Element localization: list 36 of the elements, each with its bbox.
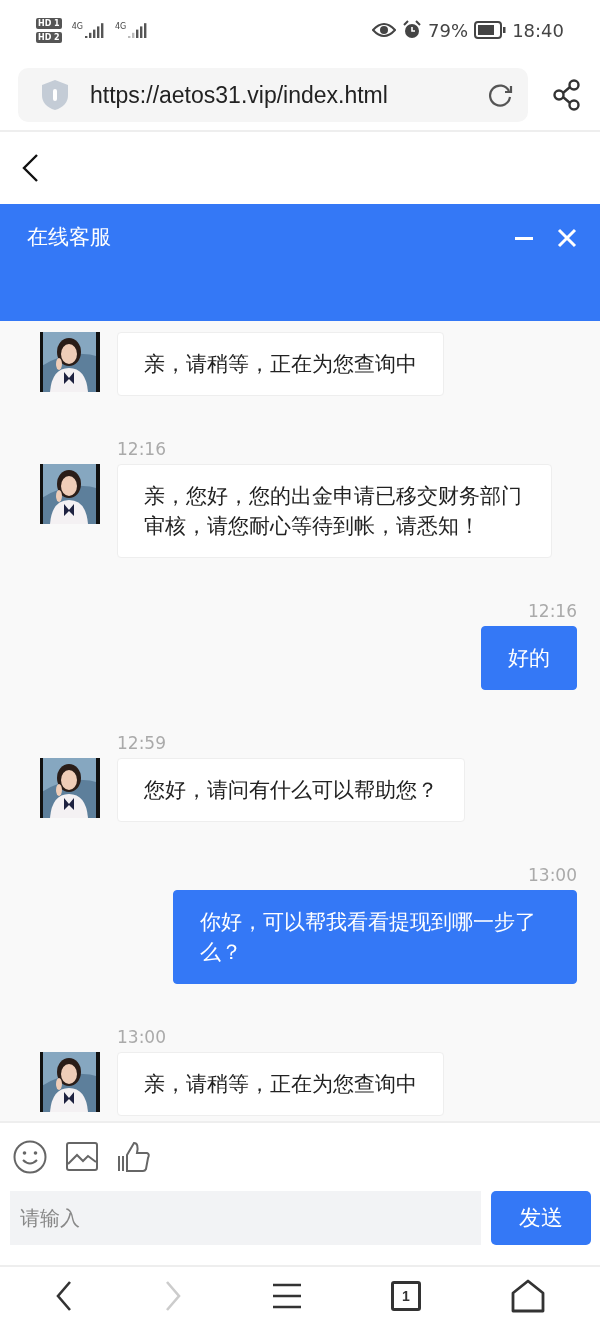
reload-icon[interactable] [486,81,514,109]
message-bubble: 你好，可以帮我看看提现到哪一步了么？ [173,890,577,984]
battery-percent: 79% [428,19,469,41]
message-bubble: 亲，请稍等，正在为您查询中 [117,332,444,396]
url-text: https://aetos31.vip/index.html [90,81,389,109]
message-time: 12:16 [117,439,166,459]
message-bubble: 亲，您好，您的出金申请已移交财务部门审核，请您耐心等待到帐，请悉知！ [117,464,552,558]
network-label: 4G [71,22,83,31]
message-bubble: 亲，请稍等，正在为您查询中 [117,1052,444,1116]
message-time: 12:16 [528,601,577,621]
message-time: 12:59 [117,733,166,753]
alarm-icon [402,20,423,40]
shield-icon [40,79,70,111]
sim-label: HD 1 [36,17,62,29]
signal-icon [128,22,149,38]
share-icon[interactable] [552,79,582,111]
message-input[interactable]: 请输入 [10,1191,481,1245]
sim-label: HD 2 [36,31,62,43]
clock-time: 18:40 [512,19,564,41]
message-bubble: 好的 [481,626,577,690]
tabs-button[interactable]: 1 [390,1280,421,1311]
back-icon[interactable] [20,153,40,183]
battery-icon [474,21,507,39]
send-button[interactable]: 发送 [491,1191,591,1245]
network-label: 4G [115,22,127,31]
home-icon[interactable] [509,1277,546,1314]
signal-icon [85,22,105,38]
chat-title: 在线客服 [27,224,112,250]
menu-icon[interactable] [272,1281,302,1310]
emoji-icon[interactable] [12,1139,48,1175]
eye-icon [372,22,397,38]
message-time: 13:00 [117,1027,166,1047]
thumbs-up-icon[interactable] [116,1139,152,1175]
message-time: 13:00 [528,865,577,885]
address-bar[interactable]: https://aetos31.vip/index.html [18,68,528,122]
message-bubble: 您好，请问有什么可以帮助您？ [117,758,465,822]
